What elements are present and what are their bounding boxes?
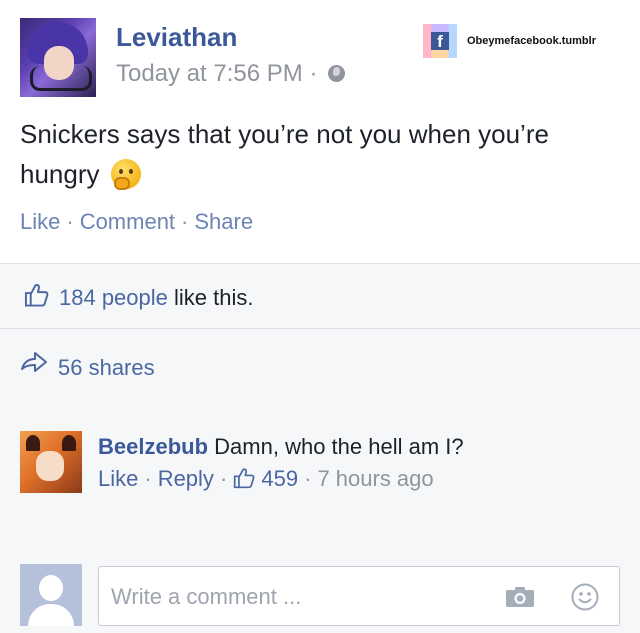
share-arrow-icon bbox=[21, 352, 47, 372]
action-separator: · bbox=[181, 209, 189, 234]
meta-separator: · bbox=[219, 466, 228, 491]
thumbs-up-icon bbox=[24, 284, 49, 307]
meta-separator: · bbox=[304, 466, 312, 491]
current-user-avatar bbox=[20, 564, 82, 626]
commenter-avatar[interactable] bbox=[20, 431, 82, 493]
comments-section: Beelzebub Damn, who the hell am I? Like ·… bbox=[0, 401, 640, 633]
avatar-face bbox=[36, 451, 64, 481]
shares-summary[interactable]: 56 shares bbox=[0, 328, 640, 402]
action-separator: · bbox=[66, 209, 74, 234]
comment-button[interactable]: Comment bbox=[80, 209, 175, 234]
share-button[interactable]: Share bbox=[194, 209, 253, 234]
post-author-name[interactable]: Leviathan bbox=[116, 22, 237, 53]
likes-text: 184 people like this. bbox=[59, 285, 254, 311]
comment-body: Beelzebub Damn, who the hell am I? bbox=[98, 434, 464, 460]
avatar-head bbox=[39, 575, 63, 601]
comment-placeholder: Write a comment ... bbox=[111, 584, 302, 609]
thinking-face-icon bbox=[110, 159, 141, 190]
avatar-horn bbox=[62, 435, 76, 451]
likes-summary[interactable]: 184 people like this. bbox=[0, 263, 640, 328]
meta-separator: · bbox=[144, 466, 152, 491]
comment-reply-button[interactable]: Reply bbox=[158, 466, 214, 491]
watermark: f Obeymefacebook.tumblr bbox=[423, 24, 596, 58]
facebook-logo-icon: f bbox=[423, 24, 457, 58]
likes-suffix: like this. bbox=[174, 285, 254, 310]
comment-time: 7 hours ago bbox=[317, 466, 434, 491]
post-actions: Like · Comment · Share bbox=[20, 209, 253, 235]
globe-icon bbox=[328, 65, 346, 82]
avatar-body bbox=[28, 604, 74, 626]
comment-like-count[interactable]: 459 bbox=[261, 466, 298, 491]
meta-separator: · bbox=[309, 60, 318, 87]
likes-count[interactable]: 184 people bbox=[59, 285, 168, 310]
comment-like-button[interactable]: Like bbox=[98, 466, 138, 491]
post-timestamp[interactable]: Today at 7:56 PM bbox=[116, 60, 303, 87]
camera-icon[interactable] bbox=[505, 586, 535, 608]
comment-author[interactable]: Beelzebub bbox=[98, 434, 208, 459]
thumbs-up-icon bbox=[234, 468, 255, 489]
post-meta: Today at 7:56 PM · bbox=[116, 60, 346, 88]
shares-count[interactable]: 56 shares bbox=[58, 355, 155, 381]
post-card: Leviathan Today at 7:56 PM · f Obeymefac… bbox=[0, 0, 640, 262]
avatar-horn bbox=[26, 435, 40, 451]
comment-meta: Like · Reply · 459 · 7 hours ago bbox=[98, 466, 434, 492]
watermark-text: Obeymefacebook.tumblr bbox=[467, 35, 596, 47]
post-text: Snickers says that you’re not you when y… bbox=[20, 119, 549, 189]
avatar-headset bbox=[30, 66, 92, 91]
like-button[interactable]: Like bbox=[20, 209, 60, 234]
post-text-wrap: Snickers says that you’re not you when y… bbox=[20, 114, 620, 194]
comment-input[interactable]: Write a comment ... bbox=[98, 566, 620, 626]
author-avatar[interactable] bbox=[20, 18, 96, 97]
comment-text: Damn, who the hell am I? bbox=[214, 434, 464, 459]
smiley-icon[interactable] bbox=[571, 583, 599, 611]
